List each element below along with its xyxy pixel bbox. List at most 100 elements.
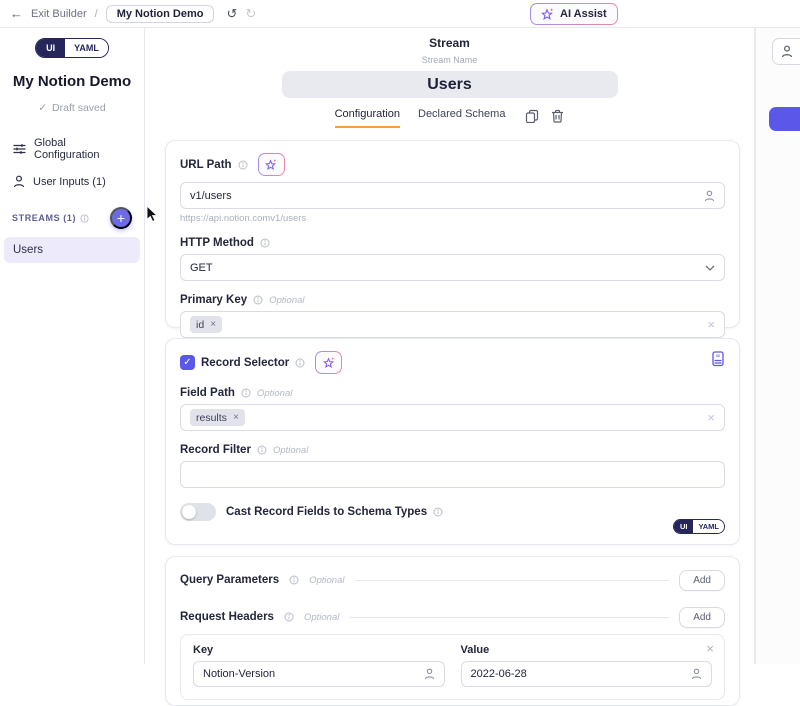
check-icon: ✓ bbox=[183, 357, 191, 368]
ui-yaml-toggle[interactable]: UI YAML bbox=[35, 38, 109, 58]
optional-badge: Optional bbox=[269, 295, 304, 306]
record-selector-checkbox[interactable]: ✓ bbox=[180, 355, 195, 370]
key-label: Key bbox=[193, 644, 445, 656]
info-icon bbox=[257, 445, 267, 455]
request-options-card: Query Parameters Optional Add Request He… bbox=[165, 556, 740, 706]
docs-icon[interactable] bbox=[711, 351, 725, 367]
request-headers-label: Request Headers bbox=[180, 611, 274, 623]
info-icon bbox=[289, 575, 299, 585]
ai-suggest-button[interactable] bbox=[258, 153, 285, 176]
remove-row-icon[interactable]: × bbox=[706, 641, 714, 656]
cast-fields-label: Cast Record Fields to Schema Types bbox=[226, 506, 427, 518]
breadcrumb-separator: / bbox=[95, 8, 98, 20]
person-icon bbox=[781, 45, 793, 58]
remove-tag-icon[interactable]: × bbox=[233, 412, 239, 423]
http-method-label: HTTP Method bbox=[180, 237, 254, 249]
top-bar: ← Exit Builder / My Notion Demo ↺ ↻ AI A… bbox=[0, 0, 800, 28]
testing-values-menu[interactable] bbox=[772, 38, 800, 65]
optional-badge: Optional bbox=[273, 445, 308, 456]
ai-suggest-button[interactable] bbox=[315, 351, 342, 374]
sliders-icon bbox=[13, 143, 26, 155]
record-selector-label: Record Selector bbox=[201, 357, 289, 369]
chevron-down-icon bbox=[705, 265, 715, 271]
streams-section-label: STREAMS (1) bbox=[12, 213, 76, 223]
optional-badge: Optional bbox=[309, 575, 344, 586]
field-path-label: Field Path bbox=[180, 387, 235, 399]
user-input-icon[interactable] bbox=[704, 190, 715, 202]
ui-toggle-option[interactable]: UI bbox=[674, 520, 694, 533]
header-value-input[interactable]: 2022-06-28 bbox=[461, 661, 713, 687]
sidebar-item-label: Global Configuration bbox=[34, 137, 131, 161]
cast-fields-toggle[interactable] bbox=[180, 503, 216, 521]
sidebar-item-global-configuration[interactable]: Global Configuration bbox=[0, 130, 144, 168]
sidebar-item-label: User Inputs (1) bbox=[33, 176, 106, 188]
add-request-header-button[interactable]: Add bbox=[679, 607, 725, 628]
add-query-parameter-button[interactable]: Add bbox=[679, 570, 725, 591]
record-filter-label: Record Filter bbox=[180, 444, 251, 456]
info-icon bbox=[241, 388, 251, 398]
http-method-select[interactable]: GET bbox=[180, 254, 725, 281]
draft-status: Draft saved bbox=[52, 102, 106, 114]
redo-icon: ↻ bbox=[245, 6, 256, 22]
add-stream-button[interactable]: + bbox=[110, 207, 132, 229]
tab-configuration[interactable]: Configuration bbox=[335, 108, 400, 128]
test-stream-button[interactable] bbox=[769, 107, 800, 131]
sparkle-star-icon bbox=[541, 8, 554, 21]
clear-field-icon[interactable]: × bbox=[707, 411, 715, 424]
builder-sidebar: UI YAML My Notion Demo ✓ Draft saved Glo… bbox=[0, 28, 145, 664]
info-icon bbox=[284, 612, 294, 622]
remove-tag-icon[interactable]: × bbox=[210, 319, 216, 330]
stream-name-label: Stream Name bbox=[145, 55, 754, 65]
primary-key-label: Primary Key bbox=[180, 294, 247, 306]
ui-toggle-option[interactable]: UI bbox=[36, 39, 65, 57]
primary-key-tag-input[interactable]: id × × bbox=[180, 311, 725, 338]
check-icon: ✓ bbox=[38, 102, 47, 114]
user-input-icon[interactable] bbox=[691, 668, 702, 680]
optional-badge: Optional bbox=[304, 612, 339, 623]
sidebar-item-user-inputs[interactable]: User Inputs (1) bbox=[0, 168, 144, 195]
record-filter-input[interactable] bbox=[180, 461, 725, 488]
url-path-label: URL Path bbox=[180, 159, 232, 171]
tab-declared-schema[interactable]: Declared Schema bbox=[418, 108, 505, 128]
info-icon bbox=[433, 507, 443, 517]
testing-panel-edge bbox=[755, 28, 800, 664]
yaml-toggle-option[interactable]: YAML bbox=[65, 39, 108, 57]
stream-name-input[interactable]: Users bbox=[282, 71, 618, 98]
ai-assist-button[interactable]: AI Assist bbox=[530, 3, 618, 25]
person-icon bbox=[13, 175, 25, 188]
stream-config-panel: Stream Stream Name Users Configuration D… bbox=[145, 28, 755, 664]
query-parameters-label: Query Parameters bbox=[180, 574, 279, 586]
requester-card: URL Path v1/users https://api.notion.com… bbox=[165, 140, 740, 328]
request-header-row: × Key Notion-Version Value bbox=[180, 634, 725, 700]
header-key-input[interactable]: Notion-Version bbox=[193, 661, 445, 687]
undo-icon[interactable]: ↺ bbox=[226, 6, 237, 22]
clear-field-icon[interactable]: × bbox=[707, 318, 715, 331]
sidebar-stream-users[interactable]: Users bbox=[4, 237, 140, 263]
ai-assist-label: AI Assist bbox=[560, 8, 607, 20]
tag-chip[interactable]: results × bbox=[190, 409, 245, 426]
divider bbox=[349, 617, 669, 618]
info-icon bbox=[260, 238, 270, 248]
copy-icon[interactable] bbox=[525, 109, 539, 123]
info-icon bbox=[80, 214, 89, 223]
connector-title: My Notion Demo bbox=[0, 73, 144, 90]
value-label: Value bbox=[461, 644, 713, 656]
yaml-toggle-option[interactable]: YAML bbox=[693, 520, 724, 533]
divider bbox=[354, 580, 669, 581]
tag-chip[interactable]: id × bbox=[190, 316, 222, 333]
trash-icon[interactable] bbox=[551, 109, 564, 123]
back-arrow-icon[interactable]: ← bbox=[10, 6, 23, 21]
card-ui-yaml-toggle[interactable]: UI YAML bbox=[673, 519, 725, 534]
project-name-field[interactable]: My Notion Demo bbox=[106, 5, 215, 23]
user-input-icon[interactable] bbox=[424, 668, 435, 680]
info-icon bbox=[238, 160, 248, 170]
url-path-input[interactable]: v1/users bbox=[180, 182, 725, 209]
exit-builder-link[interactable]: Exit Builder bbox=[31, 8, 87, 20]
plus-icon: + bbox=[117, 210, 125, 226]
info-icon bbox=[253, 295, 263, 305]
url-preview-text: https://api.notion.comv1/users bbox=[180, 213, 725, 224]
panel-title: Stream bbox=[145, 28, 754, 50]
record-selector-card: ✓ Record Selector Field Path bbox=[165, 338, 740, 545]
optional-badge: Optional bbox=[257, 388, 292, 399]
field-path-tag-input[interactable]: results × × bbox=[180, 404, 725, 431]
